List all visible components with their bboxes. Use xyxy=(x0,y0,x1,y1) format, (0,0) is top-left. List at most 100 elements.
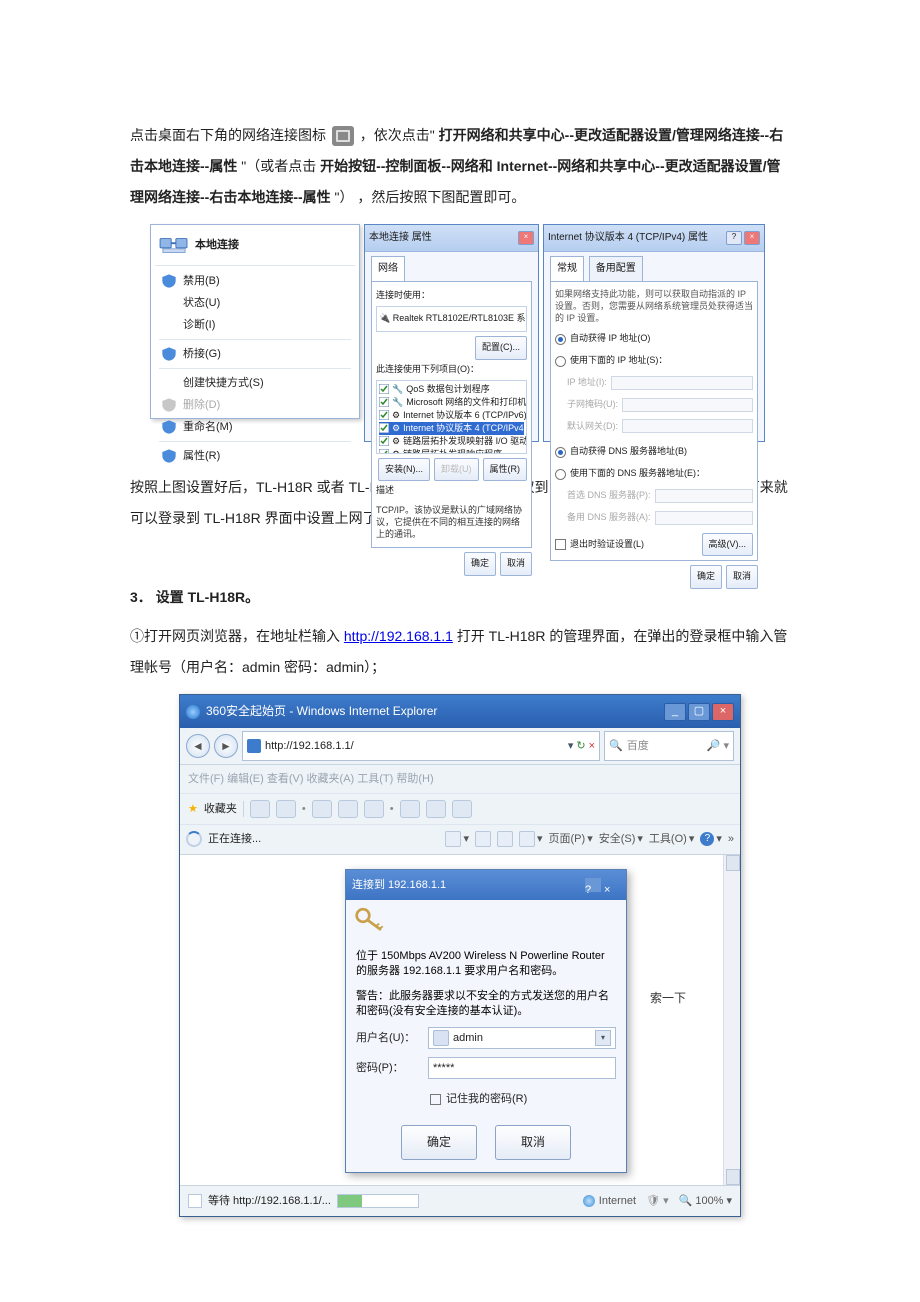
zone-indicator[interactable]: Internet xyxy=(583,1189,636,1213)
ie-statusbar: 等待 http://192.168.1.1/... Internet 🛡 ▾ 🔍… xyxy=(180,1185,740,1216)
tab-general[interactable]: 常规 xyxy=(550,256,584,281)
refresh-icon[interactable]: ↻ xyxy=(576,734,585,758)
checkbox-checked-icon[interactable] xyxy=(379,423,389,433)
ie-menubar[interactable]: 文件(F) 编辑(E) 查看(V) 收藏夹(A) 工具(T) 帮助(H) xyxy=(180,765,740,794)
ctx-item-properties[interactable]: 属性(R) xyxy=(155,445,355,467)
page-body-text: 索一下 xyxy=(650,985,686,1011)
search-icon: 🔍 xyxy=(609,734,623,758)
shield-gray-icon xyxy=(161,398,177,412)
lan-adapter-icon xyxy=(159,233,189,259)
fav-item-icon[interactable] xyxy=(250,800,270,818)
search-placeholder: 百度 xyxy=(627,734,649,758)
auth-ok-button[interactable]: 确定 xyxy=(401,1125,477,1159)
remember-checkbox[interactable]: 记住我的密码(R) xyxy=(346,1083,626,1119)
ctx-item-shortcut[interactable]: 创建快捷方式(S) xyxy=(155,372,355,394)
checkbox-checked-icon[interactable] xyxy=(379,436,389,446)
fav-item-icon[interactable] xyxy=(276,800,296,818)
help-icon[interactable]: ? xyxy=(726,231,742,245)
radio-ip-manual[interactable]: 使用下面的 IP 地址(S)： xyxy=(555,350,753,372)
back-button[interactable]: ◄ xyxy=(186,734,210,758)
install-button[interactable]: 安装(N)... xyxy=(378,458,430,482)
tcpip-properties-window: Internet 协议版本 4 (TCP/IPv4) 属性 ? × 常规 备用配… xyxy=(543,224,765,442)
description-text: TCP/IP。该协议是默认的广域网络协议，它提供在不同的相互连接的网络上的通讯。 xyxy=(376,501,527,543)
checkbox-checked-icon[interactable] xyxy=(379,384,389,394)
tools-menu[interactable]: 工具(O) ▾ xyxy=(649,827,694,851)
fav-item-icon[interactable] xyxy=(452,800,472,818)
description-label: 描述 xyxy=(376,481,527,501)
intro-seg1: 点击桌面右下角的网络连接图标 xyxy=(130,127,330,143)
chevron-down-icon[interactable]: ▾ xyxy=(595,1030,611,1046)
checkbox-checked-icon[interactable] xyxy=(379,410,389,420)
stop-icon[interactable]: × xyxy=(589,734,595,758)
checkbox-unchecked-icon xyxy=(430,1094,441,1105)
password-input[interactable]: ***** xyxy=(428,1057,616,1079)
ctx-item-bridge[interactable]: 桥接(G) xyxy=(155,343,355,365)
fav-item-icon[interactable] xyxy=(338,800,358,818)
item-properties-button[interactable]: 属性(R) xyxy=(483,458,528,482)
tab-label[interactable]: 正在连接... xyxy=(208,827,261,851)
maximize-icon[interactable]: ▢ xyxy=(688,703,710,721)
ctx-item-diagnose[interactable]: 诊断(I) xyxy=(155,314,355,336)
ctx-item-disable[interactable]: 禁用(B) xyxy=(155,270,355,292)
overflow-icon[interactable]: » xyxy=(728,827,734,851)
ctx-item-status[interactable]: 状态(U) xyxy=(155,292,355,314)
ie-content-area: 索一下 连接到 192.168.1.1 ? × 位于 150Mbps AV200… xyxy=(180,855,740,1185)
dropdown-icon[interactable]: ▾ xyxy=(568,734,574,758)
close-icon[interactable]: × xyxy=(712,703,734,721)
home-button[interactable]: ▾ xyxy=(445,827,469,851)
tab-alternate[interactable]: 备用配置 xyxy=(589,256,643,281)
mail-icon xyxy=(497,831,513,847)
ie-titlebar: 360安全起始页 - Windows Internet Explorer _ ▢… xyxy=(180,695,740,727)
feeds-button[interactable] xyxy=(475,831,491,847)
help-button[interactable]: ?▾ xyxy=(700,827,722,851)
radio-ip-auto[interactable]: 自动获得 IP 地址(O) xyxy=(555,328,753,350)
username-input[interactable]: admin ▾ xyxy=(428,1027,616,1049)
field-dns1: 首选 DNS 服务器(P): xyxy=(555,485,753,507)
minimize-icon[interactable]: _ xyxy=(664,703,686,721)
connect-using-label: 连接时使用： xyxy=(376,286,527,306)
field-ip: IP 地址(I): xyxy=(555,372,753,394)
page-menu[interactable]: 页面(P) ▾ xyxy=(549,827,593,851)
search-box[interactable]: 🔍 百度 🔎 ▾ xyxy=(604,731,734,761)
star-icon[interactable]: ★ xyxy=(188,797,198,821)
cancel-button[interactable]: 取消 xyxy=(726,565,758,589)
search-go-icon[interactable]: 🔎 xyxy=(707,734,721,758)
mail-button[interactable] xyxy=(497,831,513,847)
fav-item-icon[interactable] xyxy=(400,800,420,818)
close-icon[interactable]: × xyxy=(604,878,620,892)
protocol-listbox[interactable]: 🔧QoS 数据包计划程序 🔧Microsoft 网络的文件和打印机共享 ⚙Int… xyxy=(376,380,527,454)
print-button[interactable]: ▾ xyxy=(519,827,543,851)
adapter-field: 🔌 Realtek RTL8102E/RTL8103E 系列 PCI-E 快速以… xyxy=(376,306,527,332)
favorites-label[interactable]: 收藏夹 xyxy=(204,797,237,821)
fav-item-icon[interactable] xyxy=(364,800,384,818)
ctx-item-rename[interactable]: 重命名(M) xyxy=(155,416,355,438)
fav-item-icon[interactable] xyxy=(426,800,446,818)
radio-dns-auto[interactable]: 自动获得 DNS 服务器地址(B) xyxy=(555,441,753,463)
checkbox-checked-icon[interactable] xyxy=(379,397,389,407)
cancel-button[interactable]: 取消 xyxy=(500,552,532,576)
auth-cancel-button[interactable]: 取消 xyxy=(495,1125,571,1159)
protected-mode-icon[interactable]: 🛡 ▾ xyxy=(646,1189,669,1213)
radio-dns-manual[interactable]: 使用下面的 DNS 服务器地址(E)： xyxy=(555,463,753,485)
address-bar[interactable]: http://192.168.1.1/ ▾ ↻ × xyxy=(242,731,600,761)
field-gateway: 默认网关(D): xyxy=(555,416,753,438)
password-label: 密码(P)： xyxy=(356,1056,420,1080)
ok-button[interactable]: 确定 xyxy=(690,565,722,589)
close-icon[interactable]: × xyxy=(744,231,760,245)
router-url-link[interactable]: http://192.168.1.1 xyxy=(344,628,453,644)
tab-network[interactable]: 网络 xyxy=(371,256,405,281)
configure-button[interactable]: 配置(C)... xyxy=(475,336,527,360)
search-dropdown-icon[interactable]: ▾ xyxy=(723,734,729,758)
advanced-button[interactable]: 高级(V)... xyxy=(702,533,754,557)
zoom-control[interactable]: 🔍 100% ▾ xyxy=(679,1189,732,1213)
help-icon[interactable]: ? xyxy=(585,878,601,892)
validate-checkbox[interactable]: 退出时验证设置(L) xyxy=(555,535,644,555)
vertical-scrollbar[interactable] xyxy=(723,855,740,1185)
forward-button[interactable]: ► xyxy=(214,734,238,758)
close-icon[interactable]: × xyxy=(518,231,534,245)
globe-icon xyxy=(583,1195,595,1207)
safety-menu[interactable]: 安全(S) ▾ xyxy=(599,827,643,851)
fav-item-icon[interactable] xyxy=(312,800,332,818)
ok-button[interactable]: 确定 xyxy=(464,552,496,576)
section-3-title: 设置 TL-H18R。 xyxy=(156,589,259,605)
